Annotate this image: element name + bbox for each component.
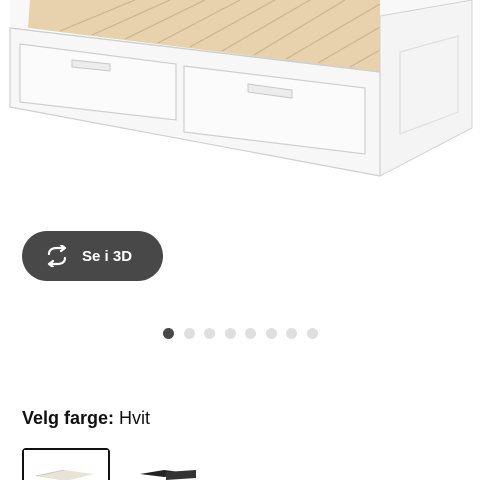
- carousel-dot-6[interactable]: [265, 328, 277, 339]
- carousel-dot-7[interactable]: [286, 328, 297, 339]
- colour-label-key: Velg farge:: [22, 408, 115, 428]
- product-image: [9, 0, 473, 177]
- colour-selection-label: Velg farge: Hvit: [22, 408, 150, 429]
- carousel-dot-3[interactable]: [204, 328, 215, 339]
- colour-swatch-white[interactable]: [22, 448, 110, 480]
- carousel-dot-2[interactable]: [183, 328, 195, 339]
- image-carousel-indicator: [163, 328, 327, 339]
- carousel-dot-8[interactable]: [306, 328, 318, 339]
- colour-swatches: [22, 448, 480, 480]
- carousel-dot-5[interactable]: [245, 328, 256, 339]
- carousel-dot-1[interactable]: [163, 328, 174, 339]
- view-in-3d-button[interactable]: Se i 3D: [22, 231, 163, 281]
- carousel-dot-4[interactable]: [224, 328, 236, 339]
- colour-label-value: Hvit: [119, 408, 151, 428]
- rotate-3d-icon: [42, 241, 72, 271]
- colour-swatch-black[interactable]: [126, 448, 214, 480]
- view-in-3d-label: Se i 3D: [82, 247, 133, 265]
